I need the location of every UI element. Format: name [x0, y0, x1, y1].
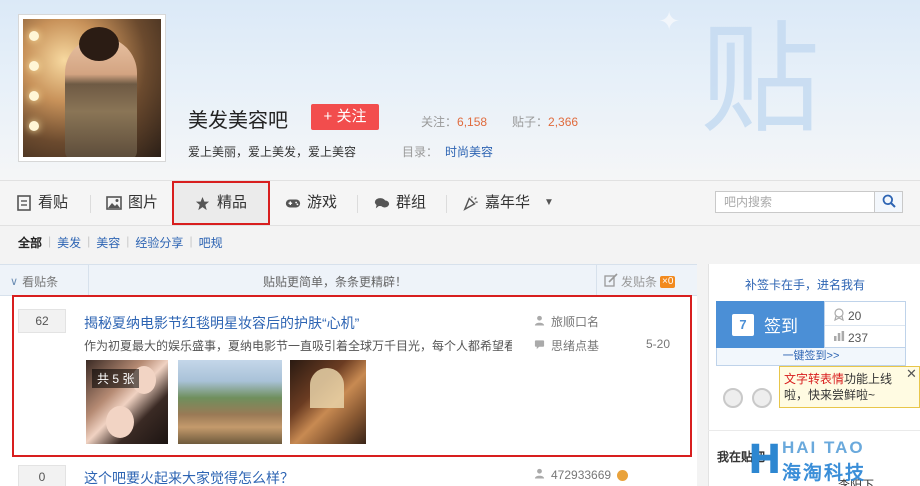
directory-link[interactable]: 时尚美容 — [445, 143, 493, 160]
medal-icon — [833, 308, 845, 324]
sign-in-button[interactable]: 7 签到 — [716, 301, 824, 348]
category-all[interactable]: 全部 — [18, 234, 42, 251]
thread-title[interactable]: 揭秘夏纳电影节红毯明星妆容后的护肤“心机” — [84, 313, 359, 333]
post-bar-button[interactable]: 发贴条 ×0 — [604, 273, 676, 290]
search-icon — [882, 194, 896, 211]
follow-button[interactable]: + 关注 — [311, 104, 379, 130]
banner-decoration: 贴 — [700, 11, 820, 150]
edit-icon — [604, 273, 618, 290]
image-count-badge: 共 5 张 — [92, 369, 140, 388]
tab-featured-label: 精品 — [216, 194, 247, 211]
forum-nav: 看贴 图片 精品 游戏 群组 嘉年华 ▼ 吧内搜索 — [0, 180, 920, 226]
post-bar-label: 发贴条 — [621, 275, 658, 289]
forum-name[interactable]: 美发美容吧 — [188, 104, 288, 133]
sign-rank: 237 — [833, 330, 868, 345]
bird-icon: ✦ — [658, 6, 680, 36]
thread-image-2[interactable] — [178, 360, 282, 444]
thread-author[interactable]: 旅顺口名 — [534, 313, 599, 330]
chart-icon — [833, 330, 845, 345]
one-click-sign-link[interactable]: 一键签到>> — [716, 348, 906, 366]
comment-icon — [534, 339, 545, 353]
promo-slogan: 贴贴更简单，条条更精辟！ — [263, 275, 408, 289]
logo-cn: 海淘科技 — [782, 463, 867, 484]
thread-time: 5-20 — [646, 337, 671, 351]
directory-label: 目录： — [402, 145, 439, 159]
follow-count: 关注：6,158 — [421, 115, 488, 129]
gamepad-icon — [285, 195, 301, 211]
tab-featured[interactable]: 精品 — [172, 181, 270, 225]
category-rules[interactable]: 吧规 — [199, 234, 223, 251]
tab-groups-label: 群组 — [396, 194, 427, 211]
tab-games-label: 游戏 — [307, 194, 338, 211]
tab-posts[interactable]: 看贴 — [16, 181, 68, 225]
thread-image-1[interactable]: 共 5 张 — [86, 360, 168, 444]
thread-list-header: ∨ 看贴条 贴贴更简单，条条更精辟！ 发贴条 ×0 — [0, 264, 697, 296]
sign-count: 20 — [833, 308, 861, 324]
document-icon — [16, 195, 32, 211]
category-hair[interactable]: 美发 — [57, 234, 81, 251]
logo-en: HAI TAO — [782, 438, 865, 457]
tab-carnival-label: 嘉年华 — [485, 194, 531, 211]
chevron-down-icon[interactable]: ▼ — [544, 181, 554, 225]
thread-last-reply[interactable]: 思绪点基 — [534, 337, 599, 354]
tab-carnival[interactable]: 嘉年华 ▼ — [463, 181, 554, 225]
party-icon — [463, 195, 479, 211]
tab-images-label: 图片 — [128, 194, 159, 211]
user-icon — [534, 468, 545, 482]
chat-group-icon — [374, 195, 390, 211]
sign-promo[interactable]: 补签卡在手，进名我有 — [745, 276, 865, 293]
category-beauty[interactable]: 美容 — [96, 234, 120, 251]
category-experience[interactable]: 经验分享 — [135, 234, 183, 251]
view-posts-bar-toggle[interactable]: ∨ 看贴条 — [10, 273, 58, 290]
forum-search-input[interactable]: 吧内搜索 — [715, 191, 875, 213]
thread-abstract: 作为初夏最大的娱乐盛事，夏纳电影节一直吸引着全球万千目光，每个人都希望看… — [84, 339, 512, 353]
last-reply-user: 思绪点基 — [551, 339, 600, 353]
post-count: 贴子：2,366 — [512, 115, 579, 129]
refresh-icon[interactable] — [752, 388, 772, 408]
user-icon — [534, 315, 545, 329]
sign-in-label: 签到 — [764, 317, 798, 336]
thread-author-name: 472933669 — [551, 468, 612, 482]
avatar-photo — [23, 19, 161, 157]
sign-stats: 20 237 — [824, 301, 906, 348]
tab-groups[interactable]: 群组 — [374, 181, 426, 225]
star-icon — [195, 195, 211, 211]
category-filter: 全部 | 美发 | 美容 | 经验分享 | 吧规 — [18, 234, 223, 251]
close-icon[interactable]: ✕ — [906, 366, 917, 382]
view-posts-bar-label: 看贴条 — [22, 275, 59, 289]
reply-count: 0 — [18, 465, 66, 486]
thread-author[interactable]: 472933669 — [534, 468, 629, 482]
refresh-icon[interactable] — [723, 388, 743, 408]
tab-images[interactable]: 图片 — [106, 181, 158, 225]
football-icon — [617, 469, 629, 481]
tab-posts-label: 看贴 — [38, 194, 69, 211]
chevron-down-icon: ∨ — [10, 276, 19, 288]
thread-title[interactable]: 这个吧要火起来大家觉得怎么样？ — [84, 468, 294, 486]
forum-avatar[interactable] — [18, 14, 166, 162]
logo-letter: H — [748, 437, 782, 483]
tab-games[interactable]: 游戏 — [285, 181, 337, 225]
post-bar-badge: ×0 — [660, 275, 676, 288]
tooltip-highlight: 文字转表情 — [784, 372, 845, 386]
image-icon — [106, 195, 122, 211]
thread-author-name: 旅顺口名 — [551, 315, 600, 329]
watermark-logo: H HAI TAO 海淘科技 — [748, 436, 920, 486]
search-button[interactable] — [875, 191, 903, 213]
calendar-icon: 7 — [732, 313, 754, 336]
thread-image-3[interactable] — [290, 360, 366, 444]
forum-slogan: 爱上美丽，爱上美发，爱上美容 — [188, 145, 357, 159]
feature-tooltip: 文字转表情功能上线啦，快来尝鲜啦~ — [779, 366, 920, 408]
reply-count: 62 — [18, 309, 66, 333]
